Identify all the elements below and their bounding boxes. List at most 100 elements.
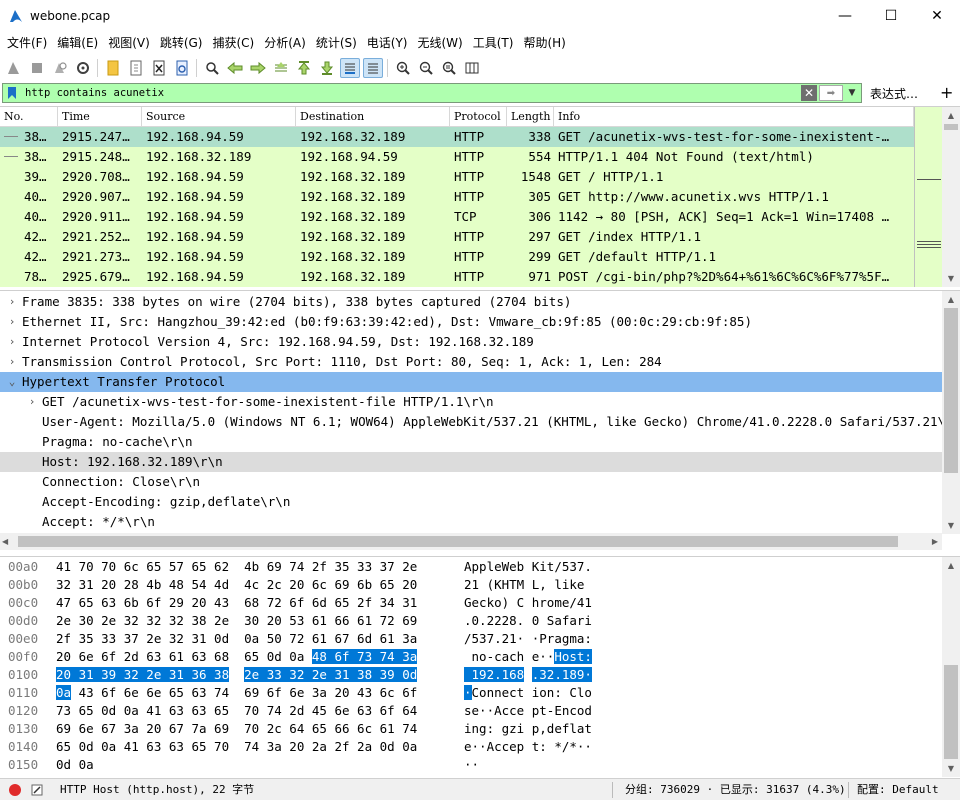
menu-telephony[interactable]: 电话(Y) [362, 32, 413, 54]
scroll-left-icon[interactable]: ◀ [2, 533, 8, 550]
menu-tools[interactable]: 工具(T) [468, 32, 519, 54]
column-header-protocol[interactable]: Protocol [450, 107, 507, 127]
menu-edit[interactable]: 编辑(E) [52, 32, 103, 54]
hex-bytes[interactable]: 0a 43 6f 6e 6e 65 63 74 69 6f 6e 3a 20 4… [56, 684, 417, 702]
close-button[interactable]: ✕ [914, 0, 960, 32]
colorize-icon[interactable] [362, 58, 383, 78]
hex-bytes[interactable]: 0d 0a [56, 756, 109, 774]
hex-dump-row[interactable]: 0120 73 65 0d 0a 41 63 63 65 70 74 2d 45 … [0, 702, 942, 720]
column-header-info[interactable]: Info [554, 107, 914, 127]
scroll-down-icon[interactable]: ▼ [942, 760, 960, 777]
hex-bytes[interactable]: 20 6e 6f 2d 63 61 63 68 65 0d 0a 48 6f 7… [56, 648, 418, 666]
stop-icon[interactable] [27, 58, 47, 78]
packet-row[interactable]: 40… 2920.907… 192.168.94.59 192.168.32.189 H… [0, 187, 942, 207]
apply-filter-icon[interactable]: ➡ [819, 85, 843, 101]
column-header-length[interactable]: Length [507, 107, 554, 127]
hex-bytes[interactable]: 47 65 63 6b 6f 29 20 43 68 72 6f 6d 65 2… [56, 594, 417, 612]
detail-tree-row[interactable]: Pragma: no-cache\r\n [0, 432, 942, 452]
scroll-thumb[interactable] [944, 124, 958, 130]
chevron-right-icon[interactable]: › [26, 392, 38, 412]
packet-row[interactable]: 39… 2920.708… 192.168.94.59 192.168.32.189 H… [0, 167, 942, 187]
menu-view[interactable]: 视图(V) [103, 32, 155, 54]
column-header-no[interactable]: No. [0, 107, 58, 127]
chevron-right-icon[interactable]: › [6, 352, 18, 372]
menu-wireless[interactable]: 无线(W) [413, 32, 468, 54]
hex-dump-row[interactable]: 0150 0d 0a ·· [0, 756, 942, 774]
details-horizontal-scrollbar[interactable]: ◀ ▶ [0, 533, 942, 550]
maximize-button[interactable]: ☐ [868, 0, 914, 32]
menu-help[interactable]: 帮助(H) [518, 32, 570, 54]
chevron-right-icon[interactable]: › [6, 312, 18, 332]
expert-info-icon[interactable] [8, 779, 22, 800]
clear-filter-icon[interactable]: ✕ [801, 85, 817, 101]
detail-tree-row[interactable]: › Frame 3835: 338 bytes on wire (2704 bit… [0, 292, 942, 312]
column-header-time[interactable]: Time [58, 107, 142, 127]
detail-tree-row[interactable]: User-Agent: Mozilla/5.0 (Windows NT 6.1;… [0, 412, 942, 432]
packet-minimap[interactable] [914, 107, 942, 287]
go-last-icon[interactable] [317, 58, 337, 78]
bytes-scrollbar[interactable]: ▲ ▼ [942, 557, 960, 777]
add-filter-button-icon[interactable]: + [940, 83, 953, 102]
ascii-bytes[interactable]: AppleWeb Kit/537. [464, 558, 592, 576]
ascii-bytes[interactable]: 21 (KHTM L, like [464, 576, 592, 594]
packet-row[interactable]: 42… 2921.252… 192.168.94.59 192.168.32.189 H… [0, 227, 942, 247]
detail-tree-row[interactable]: › GET /acunetix-wvs-test-for-some-inexist… [0, 392, 942, 412]
hex-dump-row[interactable]: 00d0 2e 30 2e 32 32 32 38 2e 30 20 53 61 … [0, 612, 942, 630]
hex-dump-row[interactable]: 00c0 47 65 63 6b 6f 29 20 43 68 72 6f 6d … [0, 594, 942, 612]
ascii-bytes[interactable]: no-cach e··Host: [464, 648, 592, 666]
ascii-bytes[interactable]: /537.21· ·Pragma: [464, 630, 592, 648]
hex-dump-row[interactable]: 00b0 32 31 20 28 4b 48 54 4d 4c 2c 20 6c … [0, 576, 942, 594]
find-icon[interactable] [202, 58, 222, 78]
zoom-normal-icon[interactable] [439, 58, 459, 78]
ascii-bytes[interactable]: ing: gzi p,deflat [464, 720, 592, 738]
hex-bytes[interactable]: 69 6e 67 3a 20 67 7a 69 70 2c 64 65 66 6… [56, 720, 417, 738]
ascii-bytes[interactable]: ·· [464, 756, 487, 774]
hex-dump-row[interactable]: 0130 69 6e 67 3a 20 67 7a 69 70 2c 64 65 … [0, 720, 942, 738]
ascii-bytes[interactable]: ·Connect ion: Clo [464, 684, 592, 702]
scroll-down-icon[interactable]: ▼ [942, 270, 960, 287]
packet-row[interactable]: 42… 2921.273… 192.168.94.59 192.168.32.189 H… [0, 247, 942, 267]
expression-button[interactable]: 表达式… [870, 85, 918, 102]
detail-tree-row[interactable]: ⌄ Hypertext Transfer Protocol [0, 372, 942, 392]
hex-bytes[interactable]: 73 65 0d 0a 41 63 63 65 70 74 2d 45 6e 6… [56, 702, 417, 720]
scroll-thumb[interactable] [944, 308, 958, 473]
menu-analyze[interactable]: 分析(A) [259, 32, 311, 54]
scroll-up-icon[interactable]: ▲ [942, 107, 960, 124]
detail-tree-row[interactable]: Connection: Close\r\n [0, 472, 942, 492]
edit-comment-icon[interactable] [30, 779, 44, 800]
scroll-up-icon[interactable]: ▲ [942, 291, 960, 308]
detail-tree-row[interactable]: › Internet Protocol Version 4, Src: 192.1… [0, 332, 942, 352]
hex-bytes[interactable]: 2f 35 33 37 2e 32 31 0d 0a 50 72 61 67 6… [56, 630, 417, 648]
restart-icon[interactable] [50, 58, 70, 78]
chevron-right-icon[interactable]: › [6, 292, 18, 312]
options-icon[interactable] [73, 58, 93, 78]
hex-dump-row[interactable]: 00f0 20 6e 6f 2d 63 61 63 68 65 0d 0a 48 … [0, 648, 942, 666]
hex-dump-row[interactable]: 00a0 41 70 70 6c 65 57 65 62 4b 69 74 2f … [0, 558, 942, 576]
bookmark-icon[interactable] [5, 85, 19, 101]
scroll-up-icon[interactable]: ▲ [942, 557, 960, 574]
hex-bytes[interactable]: 20 31 39 32 2e 31 36 38 2e 33 32 2e 31 3… [56, 666, 418, 684]
ascii-bytes[interactable]: Gecko) C hrome/41 [464, 594, 592, 612]
minimize-button[interactable]: — [822, 0, 868, 32]
filter-text[interactable]: http contains acunetix [25, 87, 164, 99]
detail-tree-row[interactable]: › Transmission Control Protocol, Src Port… [0, 352, 942, 372]
ascii-bytes[interactable]: se··Acce pt-Encod [464, 702, 592, 720]
go-back-icon[interactable] [225, 58, 245, 78]
open-file-icon[interactable] [103, 58, 123, 78]
zoom-out-icon[interactable] [416, 58, 436, 78]
detail-tree-row[interactable]: Accept: */*\r\n [0, 512, 942, 532]
scroll-right-icon[interactable]: ▶ [932, 533, 938, 550]
detail-tree-row[interactable]: Host: 192.168.32.189\r\n [0, 452, 942, 472]
chevron-right-icon[interactable]: › [6, 332, 18, 352]
autoscroll-icon[interactable] [339, 58, 360, 78]
scroll-down-icon[interactable]: ▼ [942, 517, 960, 534]
menu-file[interactable]: 文件(F) [2, 32, 52, 54]
packet-row[interactable]: 78… 2925.679… 192.168.94.59 192.168.32.189 H… [0, 267, 942, 287]
packet-row[interactable]: 40… 2920.911… 192.168.94.59 192.168.32.189 T… [0, 207, 942, 227]
go-first-icon[interactable] [294, 58, 314, 78]
resize-columns-icon[interactable] [462, 58, 482, 78]
chevron-down-icon[interactable]: ⌄ [6, 372, 18, 392]
status-profile[interactable]: 配置: Default [857, 779, 939, 800]
hex-dump-row[interactable]: 00e0 2f 35 33 37 2e 32 31 0d 0a 50 72 61 … [0, 630, 942, 648]
hex-bytes[interactable]: 32 31 20 28 4b 48 54 4d 4c 2c 20 6c 69 6… [56, 576, 417, 594]
